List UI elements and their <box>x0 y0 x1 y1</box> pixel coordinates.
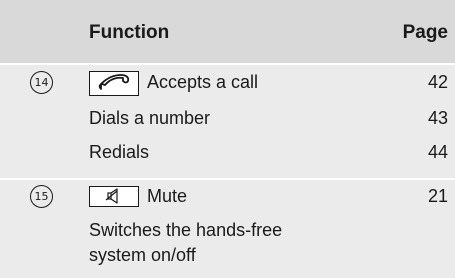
function-text-multiline: Switches the hands-free system on/off <box>89 218 319 268</box>
phone-key-button-symbol <box>89 71 139 96</box>
table-row: 14 Accepts a call 42 Dials a number 43 R… <box>0 65 455 178</box>
function-text: Mute <box>147 186 188 206</box>
page-number: 44 <box>427 142 448 162</box>
phone-handset-icon <box>98 74 130 90</box>
page-number: 43 <box>427 108 448 128</box>
column-header-page: Page <box>402 22 448 43</box>
table-row: 15 Mute 21 Switches the hands-free syste… <box>0 180 455 278</box>
item-number-badge: 15 <box>30 185 53 208</box>
function-text-line: Switches the hands-free <box>89 220 283 240</box>
table-header: Function Page <box>0 0 455 65</box>
page-number: 21 <box>427 186 448 206</box>
page-number: 42 <box>427 72 448 92</box>
function-text: Redials <box>89 142 150 162</box>
function-text: Dials a number <box>89 108 211 128</box>
mute-key-button-symbol <box>89 186 139 207</box>
column-header-function: Function <box>89 22 170 43</box>
item-number-badge: 14 <box>30 71 53 94</box>
function-text-line: system on/off <box>89 245 196 265</box>
mute-speaker-icon <box>105 188 118 204</box>
function-table: Function Page 14 Accepts a call 42 Dials… <box>0 0 455 278</box>
function-text: Accepts a call <box>147 72 259 92</box>
